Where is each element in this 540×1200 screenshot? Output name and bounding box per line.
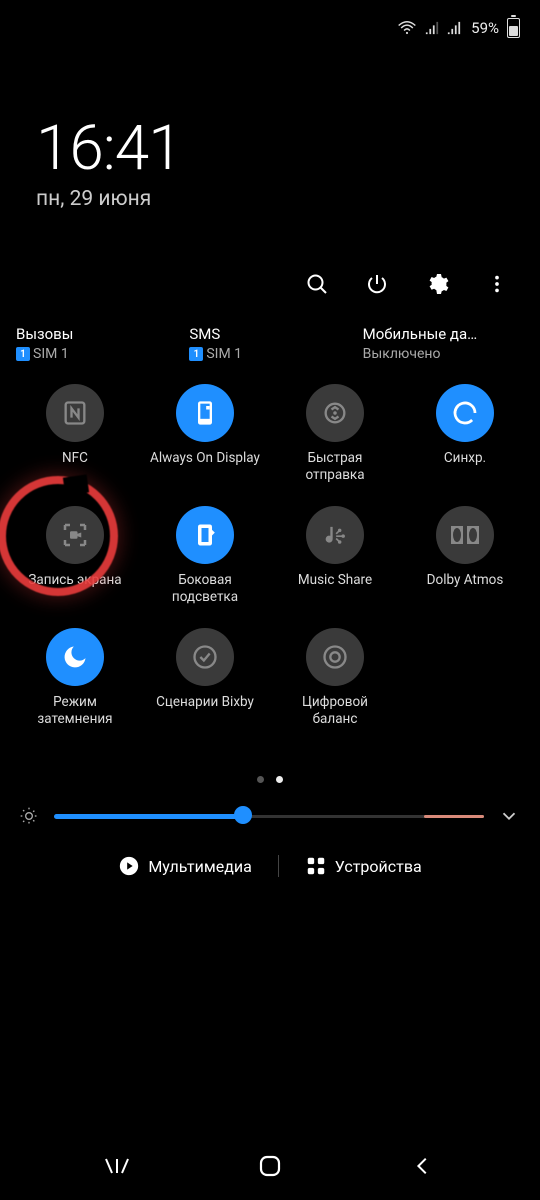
battery-percent: 59%	[471, 19, 499, 37]
tile-musicshare[interactable]: Music Share	[270, 506, 400, 606]
sim-badge-icon: 1	[16, 347, 30, 361]
home-button[interactable]	[256, 1152, 284, 1180]
tile-edge[interactable]: Боковая подсветка	[140, 506, 270, 606]
sim-badge-icon: 1	[189, 347, 203, 361]
brightness-icon[interactable]	[18, 805, 40, 827]
tile-label: Цифровой баланс	[280, 694, 390, 728]
devices-label: Устройства	[335, 857, 422, 876]
tile-label: Always On Display	[150, 450, 260, 484]
tile-label: Быстрая отправка	[280, 450, 390, 484]
screenrec-icon	[46, 506, 104, 564]
conn-calls[interactable]: Вызовы 1SIM 1	[10, 325, 183, 362]
search-icon[interactable]	[304, 271, 330, 297]
tile-label: Сценарии Bixby	[156, 694, 254, 728]
tile-wellbeing[interactable]: Цифровой баланс	[270, 628, 400, 728]
grid-icon	[305, 855, 327, 877]
nfc-icon	[46, 384, 104, 442]
conn-sub: SIM 1	[33, 346, 69, 362]
conn-sms[interactable]: SMS 1SIM 1	[183, 325, 356, 362]
nav-bar	[0, 1152, 540, 1180]
chevron-down-icon[interactable]	[498, 805, 522, 827]
panel-actions	[0, 211, 540, 297]
back-button[interactable]	[409, 1152, 437, 1180]
quickshare-icon	[306, 384, 364, 442]
battery-icon	[507, 18, 520, 38]
bixby-icon	[176, 628, 234, 686]
conn-mobiledata[interactable]: Мобильные да… Выключено	[357, 325, 530, 362]
more-icon[interactable]	[484, 271, 510, 297]
signal-icon-2	[447, 21, 461, 35]
conn-sub: Выключено	[363, 346, 441, 362]
tile-label: Режим затемнения	[20, 694, 130, 728]
play-circle-icon	[118, 855, 140, 877]
musicshare-icon	[306, 506, 364, 564]
devices-chip[interactable]: Устройства	[297, 849, 430, 883]
dolby-icon	[436, 506, 494, 564]
tile-label: Запись экрана	[28, 572, 121, 606]
edge-icon	[176, 506, 234, 564]
recents-button[interactable]	[103, 1152, 131, 1180]
tile-label: Боковая подсветка	[150, 572, 260, 606]
tile-sync[interactable]: Синхр.	[400, 384, 530, 484]
bottom-chips: Мультимедиа Устройства	[0, 849, 540, 883]
sync-icon	[436, 384, 494, 442]
conn-title: Мобильные да…	[363, 325, 524, 343]
brightness-slider[interactable]	[54, 813, 484, 819]
tile-dark[interactable]: Режим затемнения	[10, 628, 140, 728]
connectivity-row: Вызовы 1SIM 1 SMS 1SIM 1 Мобильные да… В…	[0, 297, 540, 362]
tile-screenrec[interactable]: Запись экрана	[10, 506, 140, 606]
tile-label: Синхр.	[444, 450, 486, 484]
slider-thumb[interactable]	[234, 806, 252, 824]
clock-date: пн, 29 июня	[36, 187, 504, 211]
tile-label: Dolby Atmos	[427, 572, 504, 606]
tile-quickshare[interactable]: Быстрая отправка	[270, 384, 400, 484]
dark-icon	[46, 628, 104, 686]
clock-time: 16:41	[36, 112, 504, 185]
conn-title: SMS	[189, 325, 350, 343]
gear-icon[interactable]	[424, 271, 450, 297]
aod-icon	[176, 384, 234, 442]
brightness-row	[0, 783, 540, 827]
tile-label: Music Share	[298, 572, 372, 606]
power-icon[interactable]	[364, 271, 390, 297]
tile-nfc[interactable]: NFC	[10, 384, 140, 484]
tile-label: NFC	[62, 450, 88, 484]
quick-settings-grid: NFC Always On Display Быстрая отправка Синх…	[0, 362, 540, 728]
tile-dolby[interactable]: Dolby Atmos	[400, 506, 530, 606]
media-chip[interactable]: Мультимедиа	[110, 849, 259, 883]
divider	[278, 855, 279, 877]
page-dot-active	[276, 776, 283, 783]
conn-title: Вызовы	[16, 325, 177, 343]
status-bar: 59%	[0, 0, 540, 56]
conn-sub: SIM 1	[206, 346, 242, 362]
wifi-icon	[397, 20, 417, 36]
tile-bixby[interactable]: Сценарии Bixby	[140, 628, 270, 728]
signal-icon	[425, 21, 439, 35]
media-label: Мультимедиа	[148, 857, 251, 876]
tile-aod[interactable]: Always On Display	[140, 384, 270, 484]
page-dot	[257, 776, 264, 783]
page-indicator[interactable]	[0, 776, 540, 783]
wellbeing-icon	[306, 628, 364, 686]
